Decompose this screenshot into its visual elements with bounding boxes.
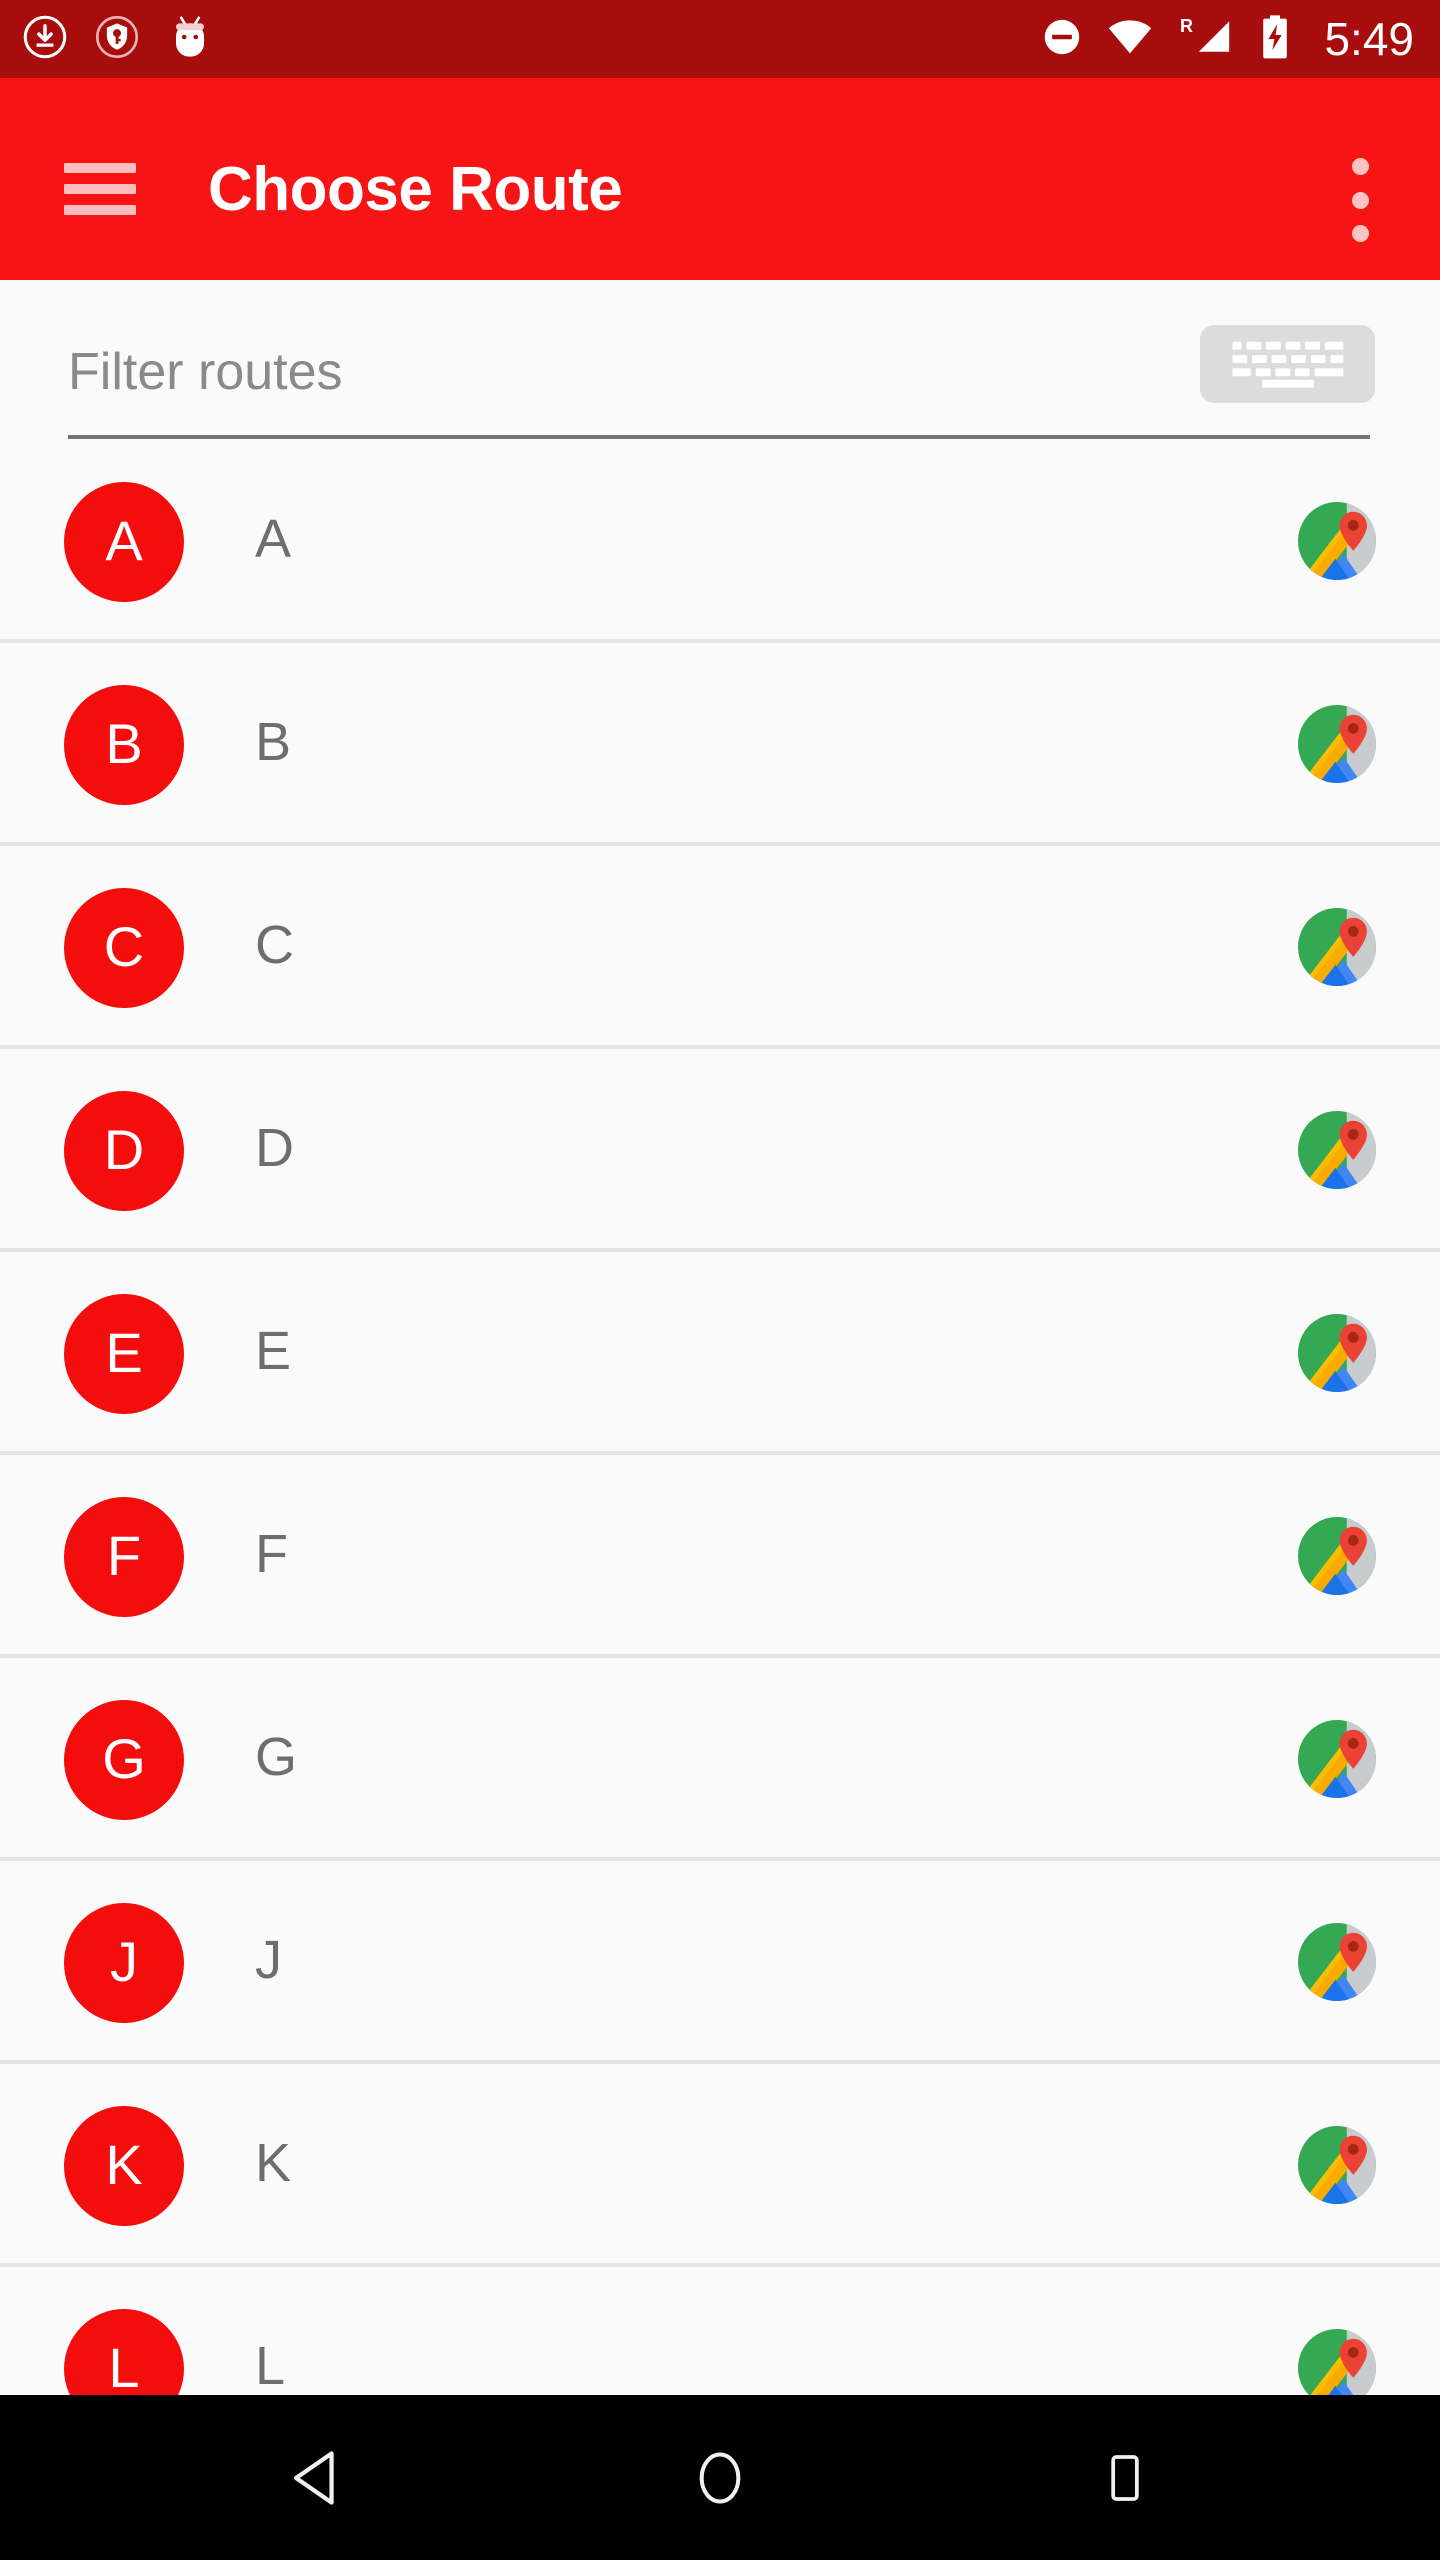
google-maps-icon[interactable] (1298, 2329, 1376, 2395)
route-avatar: D (64, 1091, 184, 1211)
status-bar-left-icons (0, 13, 214, 66)
download-icon (22, 14, 68, 65)
route-list-item[interactable]: BB (0, 643, 1440, 846)
route-name: L (255, 2336, 286, 2395)
recents-square-icon (1111, 2454, 1139, 2501)
open-in-maps-button[interactable] (1298, 502, 1376, 580)
route-list-item[interactable]: CC (0, 846, 1440, 1049)
route-avatar: K (64, 2106, 184, 2226)
route-avatar: L (64, 2309, 184, 2395)
open-in-maps-button[interactable] (1298, 1314, 1376, 1392)
hamburger-icon-line (64, 163, 136, 173)
route-list-item[interactable]: FF (0, 1455, 1440, 1658)
route-avatar-letter: F (106, 1524, 142, 1587)
back-button[interactable] (230, 2395, 410, 2560)
open-in-maps-button[interactable] (1298, 908, 1376, 986)
route-avatar-letter: B (105, 712, 143, 775)
google-maps-icon[interactable] (1298, 705, 1376, 783)
route-name: K (255, 2133, 292, 2193)
route-name: J (255, 1930, 282, 1990)
route-avatar: B (64, 685, 184, 805)
route-avatar: E (64, 1294, 184, 1414)
page-title: Choose Route (208, 155, 623, 224)
route-list-item[interactable]: DD (0, 1049, 1440, 1252)
route-name: E (255, 1321, 292, 1381)
open-in-maps-button[interactable] (1298, 1517, 1376, 1595)
route-list-item[interactable]: JJ (0, 1861, 1440, 2064)
route-name: C (255, 915, 294, 975)
route-list-item[interactable]: EE (0, 1252, 1440, 1455)
open-in-maps-button[interactable] (1298, 2329, 1376, 2395)
route-avatar-letter: K (105, 2133, 143, 2196)
open-in-maps-button[interactable] (1298, 2126, 1376, 2204)
route-name: G (255, 1727, 298, 1787)
status-bar-clock: 5:49 (1324, 13, 1414, 65)
route-list-item[interactable]: KK (0, 2064, 1440, 2267)
recents-button[interactable] (1035, 2395, 1215, 2560)
route-avatar-letter: C (103, 915, 145, 978)
open-in-maps-button[interactable] (1298, 705, 1376, 783)
route-name: B (255, 712, 292, 772)
open-in-maps-button[interactable] (1298, 1720, 1376, 1798)
route-avatar: C (64, 888, 184, 1008)
home-button[interactable] (630, 2395, 810, 2560)
keyboard-icon (1231, 341, 1343, 388)
overflow-dot-icon (1351, 225, 1369, 242)
route-list-item[interactable]: AA (0, 440, 1440, 643)
hamburger-icon-line (64, 184, 136, 194)
route-avatar: J (64, 1903, 184, 2023)
route-name: F (255, 1524, 288, 1584)
filter-routes-input[interactable] (68, 342, 1168, 402)
google-maps-icon[interactable] (1298, 1314, 1376, 1392)
route-avatar: G (64, 1700, 184, 1820)
status-bar: R 5:49 (0, 0, 1440, 78)
google-maps-icon[interactable] (1298, 1111, 1376, 1189)
route-avatar-letter: E (105, 1321, 143, 1384)
battery-charging-icon (1258, 13, 1292, 66)
svg-text:R: R (1180, 16, 1193, 36)
android-head-icon (166, 13, 214, 66)
route-avatar-letter: L (108, 2336, 140, 2396)
route-avatar-letter: J (110, 1930, 138, 1993)
google-maps-icon[interactable] (1298, 1720, 1376, 1798)
system-navigation-bar (0, 2395, 1440, 2560)
route-list-item[interactable]: GG (0, 1658, 1440, 1861)
route-name: D (255, 1118, 294, 1178)
overflow-dot-icon (1351, 191, 1369, 209)
open-in-maps-button[interactable] (1298, 1923, 1376, 2001)
route-list[interactable]: AA BB C C D D E E F F G G J J K K L L (0, 440, 1440, 2395)
back-triangle-icon (293, 2450, 334, 2505)
google-maps-icon[interactable] (1298, 1923, 1376, 2001)
filter-routes-section (0, 280, 1440, 440)
wifi-icon (1106, 15, 1154, 64)
google-maps-icon[interactable] (1298, 908, 1376, 986)
cell-signal-roaming-icon: R (1176, 13, 1236, 66)
app-bar: Choose Route (0, 78, 1440, 280)
google-maps-icon[interactable] (1298, 2126, 1376, 2204)
status-bar-right-icons: R 5:49 (1040, 0, 1414, 78)
show-keyboard-button[interactable] (1200, 325, 1375, 403)
route-avatar-letter: A (105, 509, 143, 572)
route-name: A (255, 509, 292, 569)
home-circle-icon (699, 2451, 741, 2504)
route-list-item[interactable]: LL (0, 2267, 1440, 2395)
overflow-dot-icon (1351, 158, 1369, 175)
route-avatar: A (64, 482, 184, 602)
google-maps-icon[interactable] (1298, 502, 1376, 580)
phone-screen: R 5:49 Choose Route Filter routes A A B … (0, 0, 1440, 2560)
more-options-button[interactable] (1324, 150, 1396, 250)
route-avatar: F (64, 1497, 184, 1617)
open-in-maps-button[interactable] (1298, 1111, 1376, 1189)
hamburger-icon-line (64, 205, 136, 215)
route-avatar-letter: D (103, 1118, 145, 1181)
navigation-drawer-button[interactable] (64, 163, 136, 215)
vpn-key-shield-icon (94, 14, 140, 65)
route-avatar-letter: G (102, 1727, 146, 1790)
filter-input-underline (68, 435, 1370, 439)
do-not-disturb-icon (1040, 15, 1084, 64)
google-maps-icon[interactable] (1298, 1517, 1376, 1595)
